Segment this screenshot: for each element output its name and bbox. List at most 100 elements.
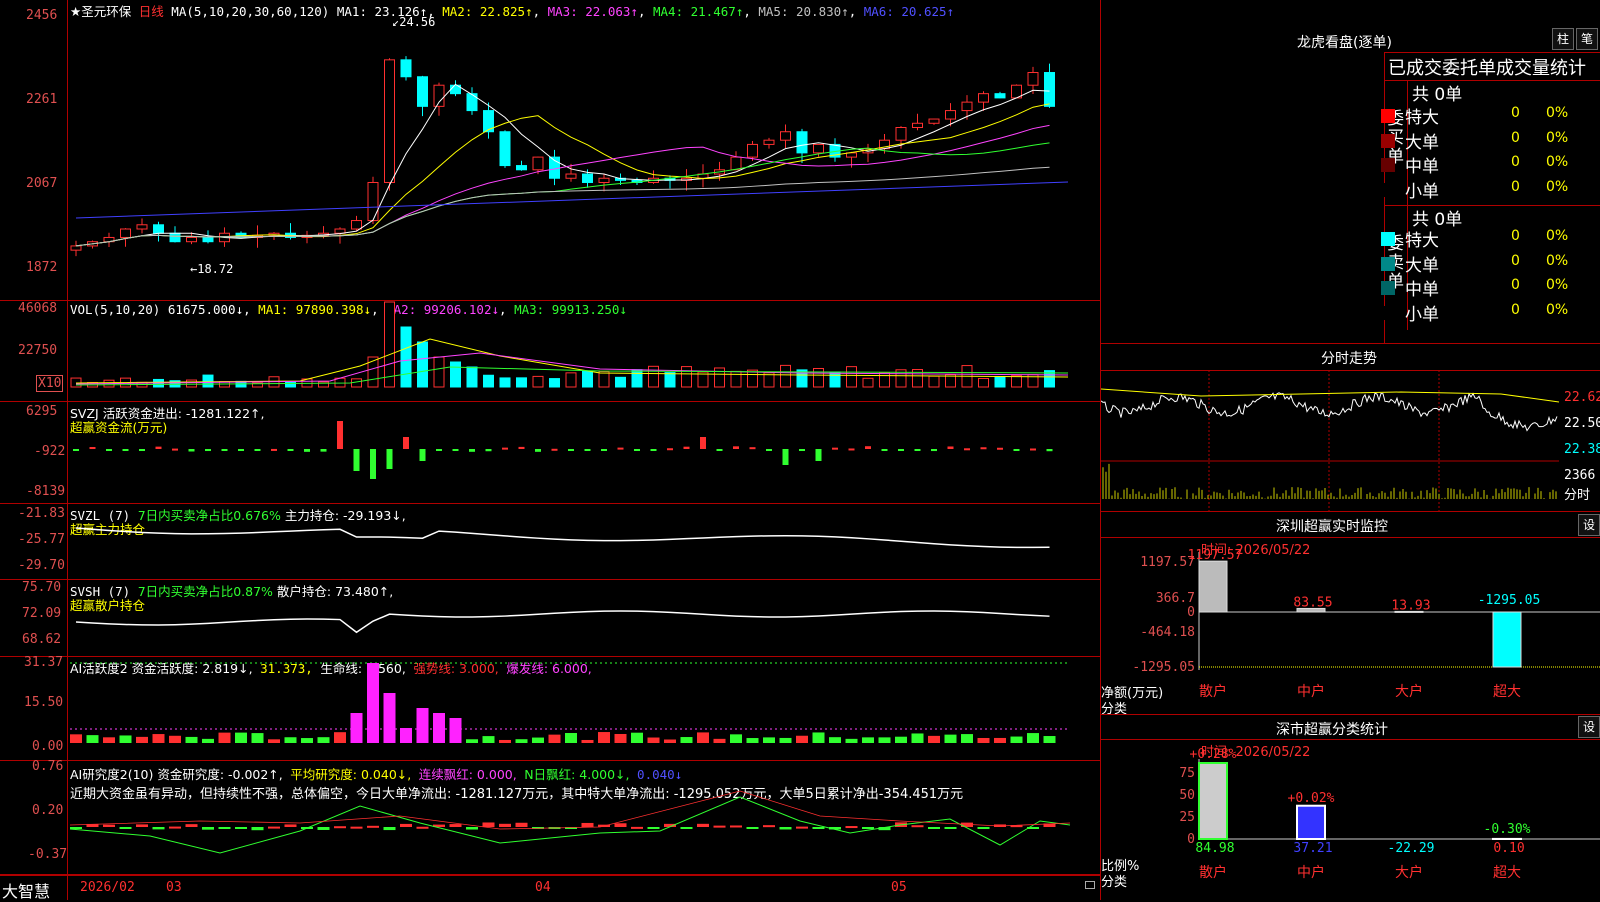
activity-bar bbox=[499, 740, 511, 743]
activity-bar bbox=[895, 737, 907, 743]
intraday-panel[interactable]: 分时走势 22.62 22.50 22.38 2366 分时 bbox=[1101, 344, 1600, 512]
classify-pct: -0.30% bbox=[1484, 822, 1531, 837]
svzj-plot bbox=[0, 402, 1100, 503]
monitor-bar-value: -1295.05 bbox=[1478, 593, 1541, 608]
price-pane[interactable]: ★圣元环保 日线 MA(5,10,20,30,60,120) MA1: 23.1… bbox=[0, 0, 1100, 301]
svzl-pane[interactable]: SVZL (7) 7日内买卖净占比0.676% 主力持仓: -29.193↓, … bbox=[0, 504, 1100, 580]
volume-bar bbox=[566, 373, 576, 387]
row-volume: 0 bbox=[1511, 253, 1520, 269]
flow-bar bbox=[750, 447, 756, 449]
flow-bar bbox=[469, 449, 475, 452]
activity-bar bbox=[400, 728, 412, 743]
volume-bar bbox=[385, 302, 395, 387]
research-bar bbox=[334, 826, 346, 828]
research-bar bbox=[384, 827, 396, 830]
volume-pane[interactable]: VOL(5,10,20) 61675.000↓, MA1: 97890.398↓… bbox=[0, 301, 1100, 402]
flow-bar bbox=[271, 449, 277, 451]
monitor-category: 散户 bbox=[1199, 683, 1227, 700]
bar-mode-button[interactable]: 柱 bbox=[1552, 28, 1574, 50]
svsh-pane[interactable]: SVSH (7) 7日内买卖净占比0.87% 散户持仓: 73.480↑, 超赢… bbox=[0, 580, 1100, 657]
volume-bar bbox=[451, 362, 461, 387]
candle bbox=[385, 60, 395, 183]
activity-bar bbox=[433, 713, 445, 743]
activity-bar bbox=[1027, 733, 1039, 743]
activity-bar bbox=[598, 732, 610, 743]
activity-bar bbox=[466, 739, 478, 743]
color-swatch bbox=[1381, 232, 1395, 246]
flow-bar bbox=[123, 449, 129, 451]
ai-activity-pane[interactable]: AI活跃度2 资金活跃度: 2.819↓, 31.373, 生命线: 1.560… bbox=[0, 657, 1100, 761]
candle bbox=[154, 225, 164, 233]
classify-panel[interactable]: 深市超赢分类统计 设 时间: 2026/05/22 比例% 分类 7550250… bbox=[1101, 715, 1600, 900]
volume-bar bbox=[616, 377, 626, 387]
row-volume: 0 bbox=[1511, 154, 1520, 170]
activity-bar bbox=[202, 739, 214, 743]
monitor-bar-value: 1197.57 bbox=[1188, 548, 1243, 563]
research-bar bbox=[120, 827, 132, 829]
activity-bar bbox=[730, 734, 742, 743]
research-line-2 bbox=[70, 791, 1070, 829]
flow-bar bbox=[156, 447, 162, 449]
volume-plot bbox=[0, 301, 1100, 401]
volume-bar bbox=[847, 367, 857, 387]
activity-bar bbox=[747, 738, 759, 743]
activity-bar bbox=[532, 738, 544, 743]
activity-bar bbox=[664, 739, 676, 743]
ai-research-pane[interactable]: AI研究度2(10) 资金研究度: -0.002↑, 平均研究度: 0.040↓… bbox=[0, 761, 1100, 875]
classify-pct: +0.28% bbox=[1190, 747, 1237, 762]
monitor-axis-label: 0 bbox=[1187, 605, 1195, 620]
volume-bar bbox=[203, 375, 213, 387]
research-line bbox=[70, 797, 1070, 853]
research-bar bbox=[697, 824, 709, 827]
monitor-panel[interactable]: 深圳超赢实时监控 设 时间: 2026/05/22 净额(万元) 分类 1197… bbox=[1101, 512, 1600, 715]
flow-bar bbox=[634, 449, 640, 451]
buy-row: 小单00% bbox=[1101, 177, 1600, 201]
candle bbox=[946, 111, 956, 119]
monitor-bar bbox=[1199, 561, 1227, 612]
activity-bar bbox=[549, 735, 561, 743]
flow-bar bbox=[387, 449, 393, 469]
volume-bar bbox=[500, 378, 510, 387]
research-bar bbox=[681, 827, 693, 829]
flow-bar bbox=[139, 449, 145, 451]
research-bar bbox=[631, 827, 643, 829]
flow-bar bbox=[783, 449, 789, 465]
volume-bar bbox=[748, 370, 758, 387]
flow-bar bbox=[700, 437, 706, 449]
activity-bar bbox=[120, 735, 132, 743]
flow-bar bbox=[321, 449, 327, 452]
monitor-bar-value: 13.93 bbox=[1391, 598, 1430, 613]
color-swatch bbox=[1381, 158, 1395, 172]
research-bar bbox=[417, 827, 429, 829]
research-bar bbox=[714, 826, 726, 828]
flow-bar bbox=[106, 449, 112, 451]
activity-bar bbox=[351, 713, 363, 743]
svzj-pane[interactable]: SVZJ 活跃资金进出: -1281.122↑, 超赢资金流(万元) 6295 … bbox=[0, 402, 1100, 504]
activity-bar bbox=[219, 733, 231, 743]
tick-mode-button[interactable]: 笔 bbox=[1576, 28, 1598, 50]
activity-bar bbox=[384, 693, 396, 743]
research-bar bbox=[268, 827, 280, 829]
row-volume: 0 bbox=[1511, 130, 1520, 146]
flow-bar bbox=[1014, 449, 1020, 451]
flow-bar bbox=[172, 449, 178, 451]
buy-row: 大单00% bbox=[1101, 128, 1600, 152]
activity-bar bbox=[912, 733, 924, 743]
row-volume: 0 bbox=[1511, 302, 1520, 318]
candle bbox=[517, 166, 527, 170]
brand-logo: 大智慧 bbox=[2, 878, 50, 902]
volume-bar bbox=[1012, 376, 1022, 387]
candle bbox=[797, 132, 807, 153]
candle bbox=[814, 144, 824, 152]
flow-bar bbox=[981, 447, 987, 449]
candle bbox=[533, 157, 543, 170]
activity-bar bbox=[928, 736, 940, 743]
candle bbox=[335, 229, 345, 233]
flow-bar bbox=[486, 449, 492, 451]
lock-icon[interactable] bbox=[1085, 881, 1095, 889]
kline-chart[interactable]: ★圣元环保 日线 MA(5,10,20,30,60,120) MA1: 23.1… bbox=[0, 0, 1100, 900]
candle bbox=[71, 246, 81, 250]
flow-bar bbox=[420, 449, 426, 461]
volume-bar bbox=[599, 372, 609, 387]
activity-bar bbox=[813, 732, 825, 743]
